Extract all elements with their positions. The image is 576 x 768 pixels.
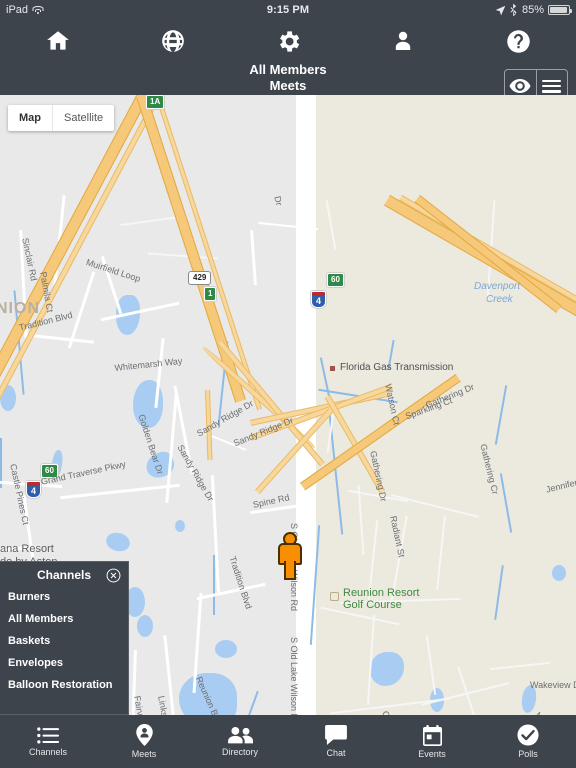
bluetooth-icon xyxy=(510,4,517,16)
gear-icon[interactable] xyxy=(230,28,345,55)
local-road xyxy=(24,333,94,344)
shield-number: 4 xyxy=(315,296,321,306)
speech-bubble-icon xyxy=(325,725,347,745)
globe-icon[interactable] xyxy=(115,28,230,54)
road-label: Tradition Blvd xyxy=(227,555,254,611)
water-body xyxy=(104,530,132,554)
check-circle-icon xyxy=(517,724,539,746)
route-shield-429: 429 xyxy=(188,271,212,285)
water-label-creek: Creek xyxy=(486,294,513,305)
road-label: Fairview Ct xyxy=(132,695,150,715)
tab-label-meets: Meets xyxy=(131,749,157,759)
tab-channels[interactable]: Channels xyxy=(0,715,96,768)
top-nav-bar: All Members Meets xyxy=(0,20,576,103)
close-circle-icon[interactable] xyxy=(106,568,121,583)
route-shield-i4: 4 xyxy=(311,291,326,308)
poi-label-florida-gas: Florida Gas Transmission xyxy=(340,362,454,373)
water-label-davenport: Davenport xyxy=(474,281,521,292)
tab-label-channels: Channels xyxy=(28,746,68,757)
local-road xyxy=(196,582,266,601)
list-icon xyxy=(37,726,59,744)
local-road xyxy=(60,483,180,500)
wifi-icon xyxy=(32,5,44,15)
water-body xyxy=(552,565,566,581)
channel-item-baskets[interactable]: Baskets xyxy=(0,630,128,652)
tab-polls[interactable]: Polls xyxy=(480,715,576,768)
status-left: iPad xyxy=(6,4,44,16)
map-type-satellite[interactable]: Satellite xyxy=(52,105,114,131)
road-label: Muirfield Loop xyxy=(84,257,142,284)
area-label-resort: ana Resort xyxy=(0,543,54,555)
poi-marker-florida-gas xyxy=(330,366,335,371)
location-arrow-icon xyxy=(495,5,506,15)
map-pin-person-icon xyxy=(135,724,153,746)
local-road xyxy=(250,229,257,286)
app-root: iPad 9:15 PM 85% All Members Meets 1A 42… xyxy=(0,0,576,768)
local-road xyxy=(67,271,96,349)
person-icon[interactable] xyxy=(346,29,461,53)
channels-panel: Channels Burners All Members Baskets Env… xyxy=(0,561,129,715)
golf-icon xyxy=(330,592,339,601)
people-icon xyxy=(228,727,253,744)
area-label-reunion: NION xyxy=(0,300,40,317)
water-body xyxy=(137,615,153,637)
local-road xyxy=(100,301,180,322)
device-label: iPad xyxy=(6,4,29,16)
channel-item-all-members[interactable]: All Members xyxy=(0,608,128,630)
road-label: Dr xyxy=(272,195,285,207)
top-icon-row xyxy=(0,20,576,62)
channel-item-balloon-restoration[interactable]: Balloon Restoration xyxy=(0,674,128,696)
person-marker-legs xyxy=(284,561,296,580)
road-label: S Old Lake Wilson Rd xyxy=(289,637,299,715)
status-right: 85% xyxy=(495,4,572,16)
battery-percent: 85% xyxy=(521,4,544,16)
help-icon[interactable] xyxy=(461,28,576,55)
water-body xyxy=(215,640,237,658)
stream xyxy=(243,690,259,715)
battery-icon xyxy=(548,5,572,15)
route-shield-i4-west: 4 xyxy=(26,481,41,498)
route-shield-60: 60 xyxy=(327,273,344,287)
bottom-tab-bar: Channels Meets Directory Chat Events Pol… xyxy=(0,715,576,768)
tab-directory[interactable]: Directory xyxy=(192,715,288,768)
person-marker[interactable] xyxy=(277,532,303,580)
map-type-toggle: Map Satellite xyxy=(8,105,115,131)
page-title-line2: Meets xyxy=(269,78,307,93)
status-bar: iPad 9:15 PM 85% xyxy=(0,0,576,20)
tab-events[interactable]: Events xyxy=(384,715,480,768)
tab-label-chat: Chat xyxy=(326,748,346,758)
channel-item-burners[interactable]: Burners xyxy=(0,586,128,608)
home-icon[interactable] xyxy=(0,28,115,54)
tab-label-polls: Polls xyxy=(518,749,538,759)
road-label: Wakeview Dr xyxy=(530,680,576,690)
tab-label-directory: Directory xyxy=(221,747,258,757)
channels-list: Burners All Members Baskets Envelopes Ba… xyxy=(0,586,128,696)
page-title-line1: All Members xyxy=(249,62,327,77)
road-label: Whitemarsh Way xyxy=(114,355,183,373)
page-title: All Members Meets xyxy=(0,62,576,94)
channel-item-envelopes[interactable]: Envelopes xyxy=(0,652,128,674)
tab-meets[interactable]: Meets xyxy=(96,715,192,768)
tab-chat[interactable]: Chat xyxy=(288,715,384,768)
route-shield-1: 1 xyxy=(204,287,217,301)
water-body xyxy=(175,520,185,532)
map-type-map[interactable]: Map xyxy=(8,105,52,131)
tab-label-events: Events xyxy=(418,748,446,759)
poi-label-golf-course: Reunion Resort Golf Course xyxy=(343,587,420,611)
route-shield-1a: 1A xyxy=(146,95,165,109)
local-road xyxy=(120,215,180,227)
shield-number: 4 xyxy=(30,486,36,496)
status-time: 9:15 PM xyxy=(266,4,310,16)
main-road-s-old-lake-wilson xyxy=(300,95,305,715)
calendar-icon xyxy=(422,724,442,746)
